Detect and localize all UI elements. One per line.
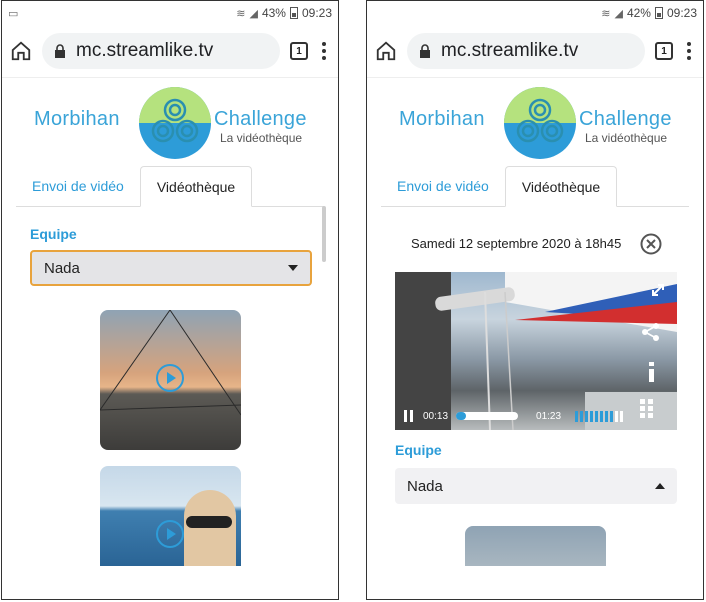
team-select-value: Nada [407,477,443,495]
video-thumbnail-1[interactable] [465,526,606,566]
team-select[interactable]: Nada [30,250,312,286]
logo-subtitle: La vidéothèque [585,131,668,145]
seek-bar-fill [456,412,466,420]
video-player[interactable]: 00:13 01:23 [395,272,677,430]
person-figure [184,490,236,566]
volume-slider[interactable] [575,410,624,422]
status-bar: ≋ ◢ 42% 09:23 [367,1,703,25]
signal-icon: ◢ [249,7,258,20]
volume-bar [605,410,609,422]
scrollbar[interactable] [322,206,326,262]
site-logo[interactable]: Morbihan Challenge La vidéothèque [367,78,703,166]
chevron-up-icon [655,483,665,489]
team-select[interactable]: Nada [395,468,677,504]
triskele-logo-icon [139,87,211,159]
info-icon[interactable] [646,362,656,382]
logo-word-right: Challenge [579,108,672,130]
team-label: Equipe [395,442,442,458]
volume-bar [590,410,594,422]
tab-upload[interactable]: Envoi de vidéo [381,166,505,206]
logo-subtitle: La vidéothèque [220,131,303,145]
wifi-icon: ≋ [601,7,611,20]
clock: 09:23 [666,6,697,20]
tab-switcher-button[interactable]: 1 [655,42,673,60]
video-thumbnail-2[interactable] [100,466,241,566]
site-logo[interactable]: Morbihan Challenge La vidéothèque [2,78,338,166]
logo-word-left: Morbihan [34,108,120,130]
logo-word-right: Challenge [214,108,307,130]
lock-icon [420,44,430,58]
seek-bar[interactable] [456,412,519,420]
status-bar: ▭ ≋ ◢ 43% 09:23 [2,1,338,25]
lock-icon [55,44,65,58]
play-icon[interactable] [156,520,184,548]
duration-time: 01:23 [536,410,562,422]
team-label: Equipe [30,226,77,242]
chevron-down-icon [288,265,298,271]
share-icon[interactable] [641,322,661,342]
tab-upload[interactable]: Envoi de vidéo [16,166,140,206]
volume-bar [595,410,599,422]
tab-library[interactable]: Vidéothèque [504,166,618,207]
volume-bar [615,410,619,422]
play-icon[interactable] [156,364,184,392]
video-date: Samedi 12 septembre 2020 à 18h45 [411,236,622,251]
tab-library[interactable]: Vidéothèque [139,166,253,207]
browser-toolbar: mc.streamlike.tv 1 [367,25,703,78]
player-controls: 00:13 01:23 [395,402,677,430]
volume-bar [575,410,579,422]
address-bar[interactable]: mc.streamlike.tv [42,33,280,69]
url-text: mc.streamlike.tv [441,40,579,61]
browser-toolbar: mc.streamlike.tv 1 [2,25,338,78]
home-icon[interactable] [10,40,32,62]
close-icon[interactable] [640,233,662,255]
home-icon[interactable] [375,40,397,62]
browser-menu-icon[interactable] [318,42,330,60]
team-select-value: Nada [44,259,80,277]
battery-percent: 42% [626,6,651,20]
volume-bar [610,410,614,422]
section-tabs: Envoi de vidéo Vidéothèque [16,166,324,207]
section-tabs: Envoi de vidéo Vidéothèque [381,166,689,207]
volume-bar [600,410,604,422]
elapsed-time: 00:13 [423,410,449,422]
fullscreen-icon[interactable] [650,282,666,298]
signal-icon: ◢ [614,7,623,20]
phone-screen-left: ▭ ≋ ◢ 43% 09:23 mc.streamlike.tv 1 Morbi… [1,0,339,600]
volume-bar [585,410,589,422]
browser-menu-icon[interactable] [683,42,695,60]
phone-screen-right: ≋ ◢ 42% 09:23 mc.streamlike.tv 1 Morbiha… [366,0,704,600]
clock: 09:23 [301,6,332,20]
battery-percent: 43% [261,6,286,20]
volume-bar [580,410,584,422]
sunglasses-icon [186,516,232,528]
battery-icon [289,7,298,19]
pause-icon[interactable] [403,410,415,422]
volume-bar [620,410,624,422]
triskele-logo-icon [504,87,576,159]
wifi-icon: ≋ [236,7,246,20]
url-text: mc.streamlike.tv [76,40,214,61]
tab-switcher-button[interactable]: 1 [290,42,308,60]
battery-icon [654,7,663,19]
video-thumbnail-1[interactable] [100,310,241,450]
logo-word-left: Morbihan [399,108,485,130]
cast-icon: ▭ [8,7,19,20]
address-bar[interactable]: mc.streamlike.tv [407,33,645,69]
